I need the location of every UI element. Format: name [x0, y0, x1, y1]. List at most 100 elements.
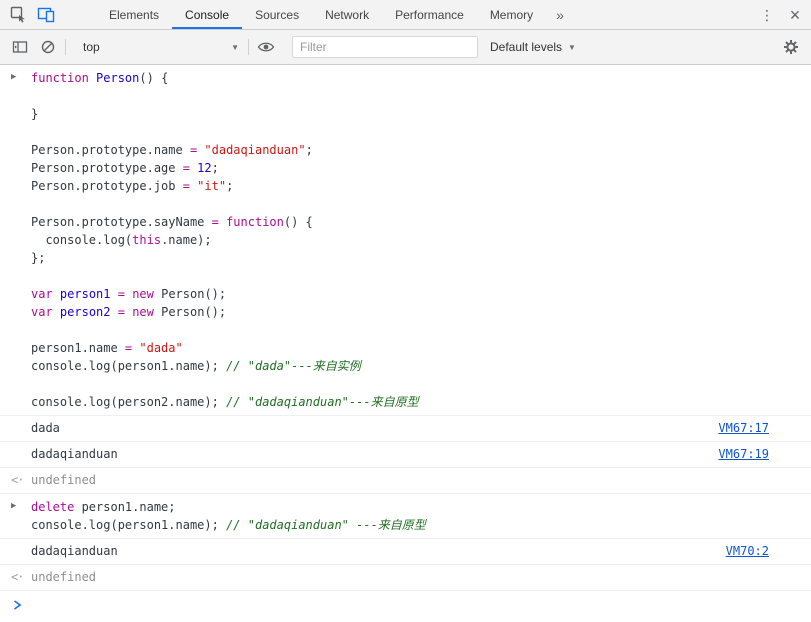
console-log-row: dadaqianduan VM67:19	[0, 442, 811, 468]
code-token: person1	[59, 287, 111, 301]
console-panel: ▶ function Person() {} Person.prototype.na…	[0, 65, 811, 622]
code-line: Person.prototype.age = 12;	[31, 159, 769, 177]
code-token: var	[31, 287, 53, 301]
code-line: console.log(this.name);	[31, 231, 769, 249]
code-token: Person.prototype.job	[31, 179, 183, 193]
tab-sources[interactable]: Sources	[242, 0, 312, 29]
javascript-context-selector[interactable]: top ▼	[69, 35, 245, 59]
console-result-row: <· undefined	[0, 565, 811, 591]
console-sidebar-toggle-button[interactable]	[6, 34, 34, 60]
code-line: Person.prototype.name = "dadaqianduan";	[31, 141, 769, 159]
tab-network[interactable]: Network	[312, 0, 382, 29]
code-token: person1.name	[31, 341, 125, 355]
code-token: person1.name;	[74, 500, 176, 514]
console-sidebar-icon	[12, 41, 28, 53]
console-log-row: dada VM67:17	[0, 416, 811, 442]
code-line: var person2 = new Person();	[31, 303, 769, 321]
code-token: };	[31, 251, 46, 265]
console-result-row: <· undefined	[0, 468, 811, 494]
close-devtools-button[interactable]: ×	[781, 0, 809, 29]
console-messages: ▶ function Person() {} Person.prototype.na…	[0, 65, 811, 591]
log-levels-selector[interactable]: Default levels ▼	[490, 40, 576, 54]
code-token: =	[182, 161, 198, 175]
code-token: Person();	[153, 287, 227, 301]
console-filter-input[interactable]	[292, 36, 478, 58]
code-token: 12	[197, 161, 212, 175]
code-token: "it"	[197, 179, 227, 193]
clear-console-button[interactable]	[34, 34, 62, 60]
source-location-link[interactable]: VM70:2	[726, 543, 769, 560]
code-line: Person.prototype.sayName = function() {	[31, 213, 769, 231]
clear-console-icon	[41, 40, 55, 54]
tab-strip: Elements Console Sources Network Performance…	[96, 0, 546, 29]
code-token: }	[31, 107, 39, 121]
code-token: Person.prototype.name	[31, 143, 190, 157]
code-token: () {	[139, 71, 169, 85]
console-prompt[interactable]	[0, 591, 811, 621]
code-token: =	[117, 305, 133, 319]
prompt-chevron-icon	[14, 600, 22, 610]
code-token: this	[132, 233, 162, 247]
console-log-text: dada	[31, 421, 60, 435]
code-token: ;	[226, 179, 234, 193]
code-token: console.log(person1.name);	[31, 359, 227, 373]
toolbar-divider	[65, 39, 66, 55]
more-tabs-button[interactable]: »	[546, 0, 574, 29]
code-token: =	[189, 143, 205, 157]
console-log-text: dadaqianduan	[31, 544, 118, 558]
console-input-row: ▶ delete person1.name; console.log(person1…	[0, 494, 811, 539]
code-token: Person	[96, 71, 140, 85]
code-token: var	[31, 305, 53, 319]
expand-triangle-icon[interactable]: ▶	[11, 72, 16, 82]
code-token: ;	[305, 143, 313, 157]
devtools-window: Elements Console Sources Network Performance…	[0, 0, 811, 622]
source-location-link[interactable]: VM67:19	[718, 446, 769, 463]
devtools-main-toolbar: Elements Console Sources Network Performance…	[0, 0, 811, 30]
context-label: top	[83, 40, 100, 54]
tab-elements[interactable]: Elements	[96, 0, 172, 29]
code-token: Person();	[153, 305, 227, 319]
inspect-element-button[interactable]	[4, 0, 32, 29]
code-line: console.log(person1.name); // "dada"---来…	[31, 357, 769, 375]
code-token: // "dada"---来自实例	[226, 359, 361, 373]
code-token: // "dadaqianduan" ---来自原型	[226, 518, 426, 532]
console-result-text: undefined	[31, 570, 97, 584]
code-token: delete	[31, 500, 75, 514]
code-token: person2	[59, 305, 111, 319]
device-toolbar-icon	[37, 7, 55, 23]
toggle-device-toolbar-button[interactable]	[32, 0, 60, 29]
code-token: "dada"	[139, 341, 183, 355]
code-line: console.log(person2.name); // "dadaqiand…	[31, 393, 769, 411]
chevron-down-icon: ▼	[231, 42, 239, 52]
console-settings-button[interactable]	[777, 34, 805, 60]
code-line: };	[31, 249, 769, 267]
chevron-double-right-icon: »	[556, 6, 564, 23]
code-line: console.log(person1.name); // "dadaqiand…	[31, 516, 769, 534]
tab-performance[interactable]: Performance	[382, 0, 477, 29]
code-token: "dadaqianduan"	[204, 143, 306, 157]
code-token: =	[124, 341, 140, 355]
tab-console[interactable]: Console	[172, 0, 243, 29]
return-value-icon: <·	[11, 570, 24, 584]
expand-triangle-icon[interactable]: ▶	[11, 501, 16, 511]
live-expression-button[interactable]	[252, 34, 280, 60]
code-token: new	[132, 287, 154, 301]
code-token: console.log(person1.name);	[31, 518, 227, 532]
code-token: // "dadaqianduan"---来自原型	[226, 395, 419, 409]
code-token: =	[211, 215, 227, 229]
devtools-menu-button[interactable]: ⋮	[753, 0, 781, 29]
gear-icon	[784, 40, 798, 54]
tab-memory[interactable]: Memory	[477, 0, 546, 29]
code-token: .name);	[161, 233, 212, 247]
source-location-link[interactable]: VM67:17	[718, 420, 769, 437]
code-line: function Person() {	[31, 69, 769, 87]
code-token: =	[117, 287, 133, 301]
console-toolbar: top ▼ Default levels ▼	[0, 30, 811, 65]
